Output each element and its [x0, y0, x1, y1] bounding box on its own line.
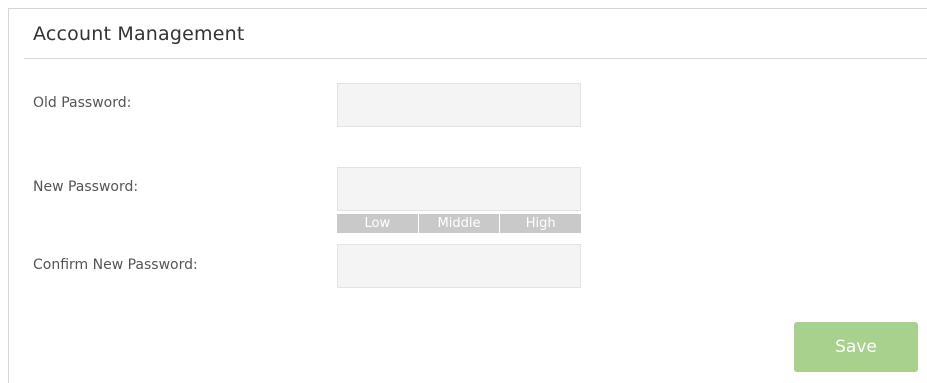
new-password-input[interactable]: [337, 167, 581, 211]
save-button[interactable]: Save: [794, 322, 918, 372]
confirm-password-input[interactable]: [337, 244, 581, 288]
new-password-label: New Password:: [33, 179, 139, 195]
old-password-input[interactable]: [337, 83, 581, 127]
confirm-password-label: Confirm New Password:: [33, 257, 198, 273]
password-strength-meter: Low Middle High: [337, 214, 582, 233]
strength-low: Low: [337, 214, 418, 233]
strength-middle: Middle: [417, 214, 500, 233]
title-divider: [24, 58, 927, 59]
strength-high: High: [499, 214, 582, 233]
section-title: Account Management: [33, 23, 245, 45]
account-management-panel: Account Management Old Password: New Pas…: [8, 8, 927, 383]
old-password-label: Old Password:: [33, 95, 132, 111]
